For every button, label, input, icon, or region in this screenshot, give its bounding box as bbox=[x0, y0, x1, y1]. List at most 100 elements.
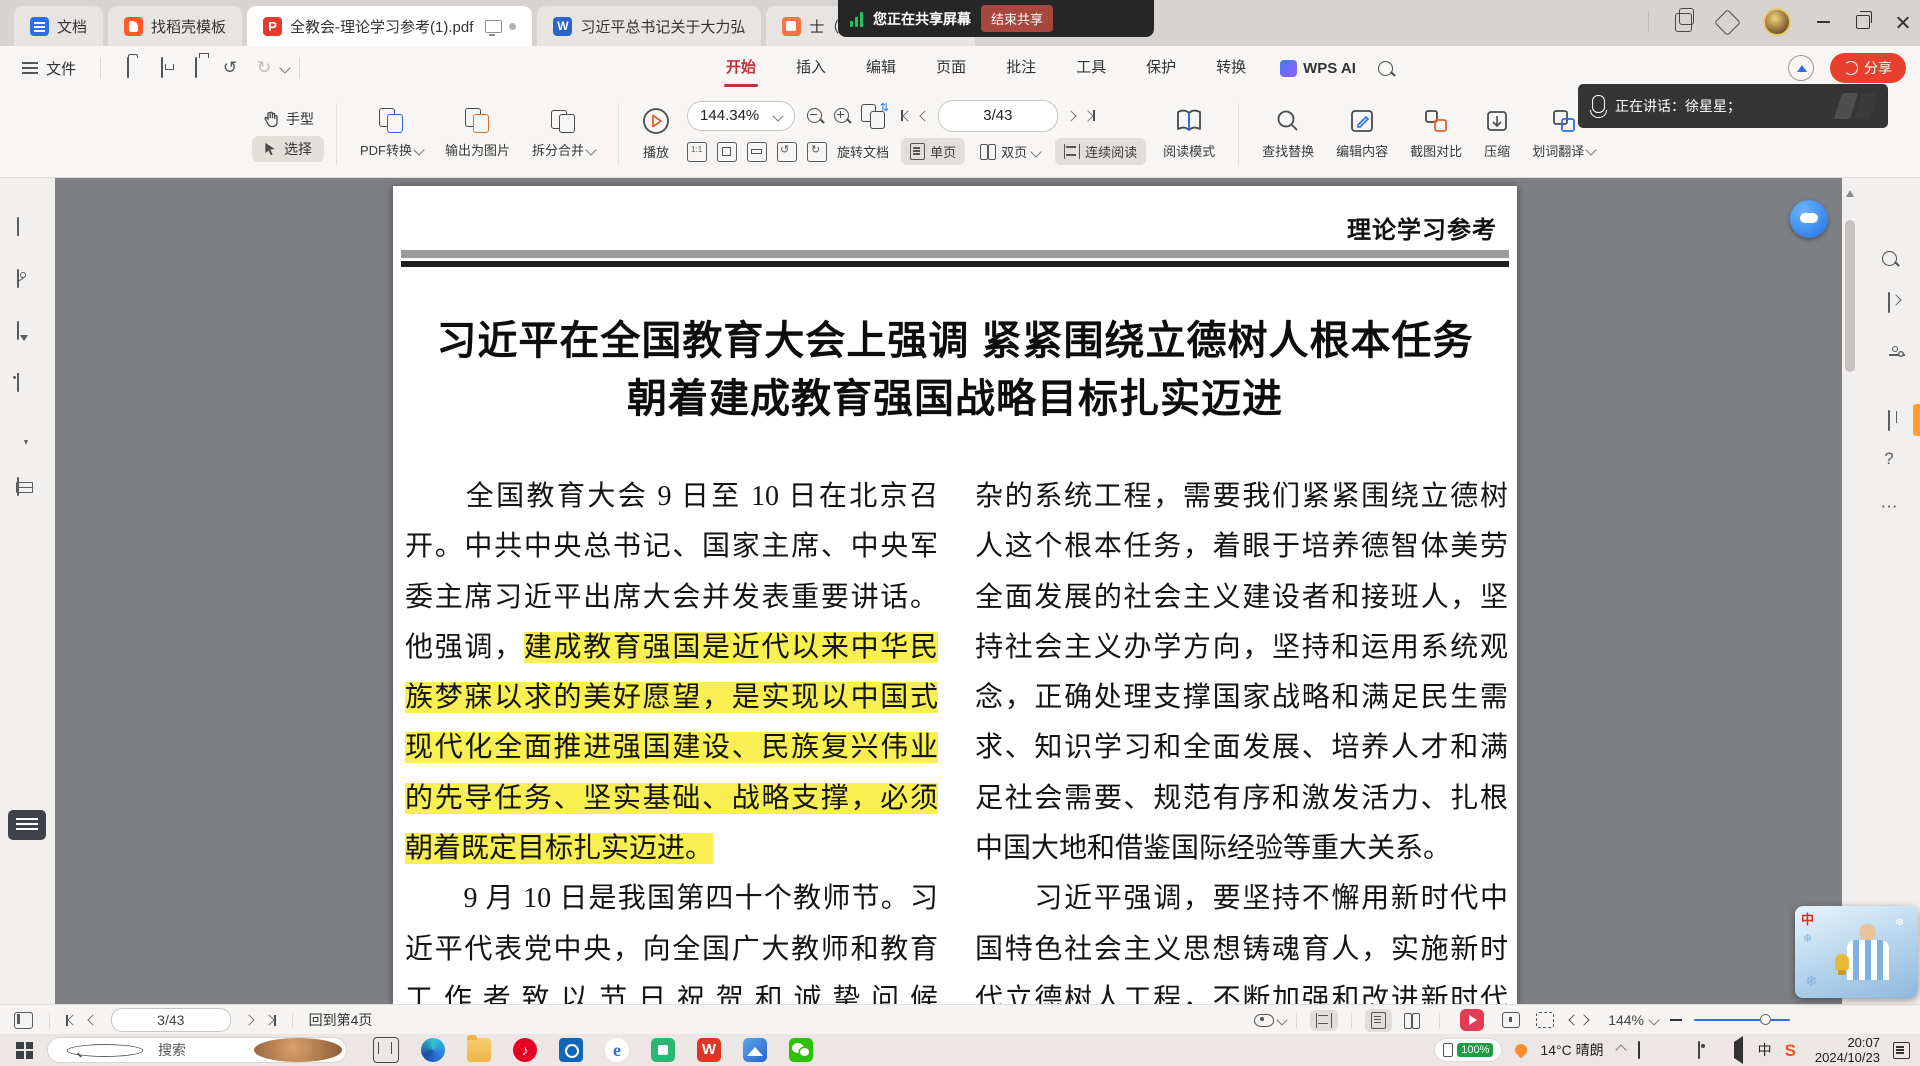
single-page-button[interactable]: 单页 bbox=[901, 138, 965, 165]
close-button[interactable] bbox=[1896, 15, 1910, 29]
outlook-icon[interactable] bbox=[559, 1038, 583, 1062]
redo-icon[interactable]: ↻ bbox=[253, 57, 275, 79]
speaker-icon[interactable] bbox=[1728, 1042, 1745, 1059]
translate-book-icon[interactable] bbox=[1878, 410, 1900, 432]
signature-pen-icon[interactable] bbox=[17, 424, 38, 445]
zoom-in-icon[interactable] bbox=[834, 108, 849, 123]
location-pin-icon[interactable] bbox=[1513, 1042, 1530, 1059]
assistant-fab[interactable] bbox=[1790, 200, 1828, 238]
restore-button[interactable] bbox=[1856, 15, 1870, 29]
green-app-icon[interactable] bbox=[651, 1038, 675, 1062]
tab-word-doc[interactable]: W 习近平总书记关于大力弘 bbox=[537, 6, 761, 46]
wps-ai-button[interactable]: WPS AI bbox=[1280, 60, 1356, 77]
file-menu[interactable]: 文件 bbox=[46, 58, 76, 79]
page-number-input[interactable]: 3/43 bbox=[938, 100, 1058, 132]
share-button[interactable]: 分享 bbox=[1830, 53, 1906, 83]
panel-search-icon[interactable] bbox=[1878, 248, 1900, 270]
more-options-icon[interactable]: ⋯ bbox=[1878, 496, 1900, 518]
double-page-button[interactable]: 双页 bbox=[971, 138, 1049, 165]
taskbar-clock[interactable]: 20:07 2024/10/23 bbox=[1815, 1035, 1880, 1065]
edge-browser-icon[interactable] bbox=[421, 1038, 445, 1062]
upload-cloud-icon[interactable] bbox=[1788, 55, 1814, 81]
edge-marker[interactable] bbox=[1913, 404, 1920, 436]
menu-tools[interactable]: 工具 bbox=[1056, 46, 1126, 90]
fit-page-icon[interactable] bbox=[717, 142, 737, 162]
netease-music-icon[interactable] bbox=[513, 1038, 537, 1062]
next-page-button[interactable] bbox=[239, 1016, 259, 1024]
microphone-tray-icon[interactable] bbox=[1638, 1042, 1655, 1059]
menu-convert[interactable]: 转换 bbox=[1196, 46, 1266, 90]
floating-video-window[interactable]: 中 ❄ ❄ ❄ bbox=[1795, 906, 1918, 998]
find-replace-button[interactable]: 查找替换 bbox=[1251, 108, 1325, 160]
back-to-page-button[interactable]: 回到第4页 bbox=[303, 1010, 379, 1030]
zoom-chevron-icon[interactable] bbox=[1648, 1014, 1659, 1025]
play-button[interactable]: 播放 bbox=[631, 107, 681, 161]
prev-page-button[interactable] bbox=[83, 1016, 103, 1024]
fit-width-icon[interactable] bbox=[747, 142, 767, 162]
fit-page-icon[interactable] bbox=[1536, 1012, 1554, 1028]
hamburger-icon[interactable] bbox=[22, 67, 38, 69]
save-icon[interactable] bbox=[151, 57, 173, 79]
file-explorer-icon[interactable] bbox=[467, 1038, 491, 1062]
search-highlight-image[interactable] bbox=[254, 1038, 342, 1062]
stop-share-button[interactable]: 结束共享 bbox=[981, 5, 1053, 32]
rotate-right-icon[interactable]: ↻ bbox=[807, 142, 827, 162]
outline-toggle-button[interactable] bbox=[8, 810, 46, 840]
annotation-tag-icon[interactable] bbox=[17, 374, 38, 395]
wechat-icon[interactable] bbox=[789, 1038, 813, 1062]
apps-cube-icon[interactable] bbox=[1714, 9, 1741, 36]
tab-docer-templates[interactable]: 找稻壳模板 bbox=[108, 6, 242, 46]
menu-insert[interactable]: 插入 bbox=[776, 46, 846, 90]
zoom-slider[interactable] bbox=[1694, 1019, 1790, 1021]
menu-protect[interactable]: 保护 bbox=[1126, 46, 1196, 90]
menu-comment[interactable]: 批注 bbox=[986, 46, 1056, 90]
print-icon[interactable] bbox=[185, 57, 207, 79]
tray-expand-chevron[interactable] bbox=[1615, 1044, 1626, 1055]
scrollbar-thumb[interactable] bbox=[1845, 220, 1855, 372]
thumbnails-icon[interactable] bbox=[17, 270, 38, 291]
first-page-button[interactable] bbox=[901, 110, 912, 121]
tab-active-pdf[interactable]: P 全教会-理论学习参考(1).pdf bbox=[247, 6, 532, 46]
taskbar-search-box[interactable]: 搜索 bbox=[47, 1037, 347, 1063]
zoom-out-icon[interactable] bbox=[807, 108, 822, 123]
chevron-down-icon[interactable] bbox=[1277, 1014, 1288, 1025]
play-slideshow-button[interactable] bbox=[1460, 1009, 1484, 1031]
scroll-up-arrow[interactable] bbox=[1846, 186, 1854, 197]
pdf-convert-button[interactable]: PDF转换 bbox=[349, 108, 434, 159]
actual-size-icon[interactable] bbox=[1502, 1012, 1520, 1028]
expand-panel-icon[interactable] bbox=[1878, 292, 1900, 314]
fit-width-icon[interactable] bbox=[1570, 1014, 1588, 1026]
minimize-button[interactable] bbox=[1817, 21, 1830, 23]
comments-icon[interactable] bbox=[17, 322, 38, 343]
zoom-level-select[interactable]: 144.34% bbox=[687, 101, 795, 131]
first-page-button[interactable] bbox=[60, 1015, 83, 1026]
export-image-button[interactable]: 输出为图片 bbox=[434, 108, 521, 159]
pdf-page[interactable]: 理论学习参考 习近平在全国教育大会上强调 紧紧围绕立德树人根本任务 朝着建成教育… bbox=[393, 186, 1517, 1004]
browser-e-icon[interactable]: e bbox=[605, 1038, 629, 1062]
screenshot-compare-button[interactable]: 截图对比 bbox=[1399, 108, 1473, 160]
continuous-scroll-toggle[interactable] bbox=[1310, 1010, 1338, 1031]
ime-indicator[interactable]: 中 bbox=[1758, 1040, 1772, 1060]
rotate-left-icon[interactable]: ↺ bbox=[777, 142, 797, 162]
single-page-toggle[interactable] bbox=[1365, 1009, 1392, 1032]
menu-search-icon[interactable] bbox=[1378, 61, 1393, 76]
blue-app-tray-icon[interactable] bbox=[1668, 1042, 1685, 1059]
sidebar-toggle-icon[interactable] bbox=[14, 1012, 33, 1029]
sogou-icon[interactable]: S bbox=[1785, 1042, 1796, 1059]
task-view-button[interactable] bbox=[373, 1037, 399, 1063]
menu-page[interactable]: 页面 bbox=[916, 46, 986, 90]
edit-content-button[interactable]: 编辑内容 bbox=[1325, 108, 1399, 160]
battery-widget[interactable]: 100% bbox=[1434, 1038, 1502, 1062]
tab-home-docs[interactable]: 文档 bbox=[14, 6, 103, 46]
weather-text[interactable]: 14°C 晴朗 bbox=[1540, 1040, 1603, 1060]
quickbar-chevron[interactable] bbox=[279, 62, 290, 73]
windows-start-button[interactable] bbox=[16, 1042, 33, 1059]
bookmark-icon[interactable] bbox=[17, 218, 38, 239]
wps-office-icon[interactable]: W bbox=[697, 1038, 721, 1062]
open-file-icon[interactable] bbox=[117, 57, 139, 79]
menu-start[interactable]: 开始 bbox=[706, 46, 776, 90]
last-page-button[interactable] bbox=[259, 1015, 282, 1026]
last-page-button[interactable] bbox=[1084, 110, 1095, 121]
actual-size-icon[interactable]: 1:1 bbox=[687, 142, 707, 162]
workbench-icon[interactable] bbox=[1675, 13, 1692, 32]
